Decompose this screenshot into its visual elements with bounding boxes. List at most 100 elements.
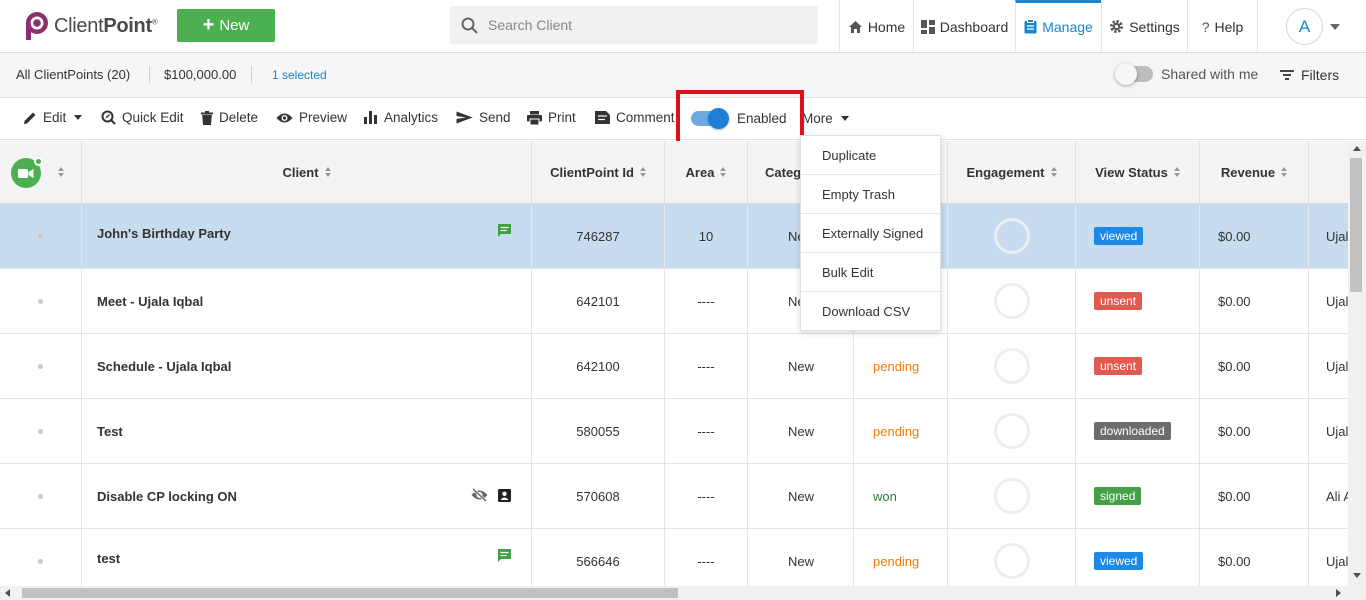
view-status-cell: unsent [1075,269,1199,333]
column-client[interactable]: Client [81,141,531,203]
client-name[interactable]: Test [97,424,123,439]
column-view-status[interactable]: View Status [1075,141,1199,203]
menu-item-empty-trash[interactable]: Empty Trash [801,175,940,214]
engagement-cell [947,204,1075,268]
table-row[interactable]: test 566646 ---- New pending viewed $0.0… [0,526,1348,586]
send-button[interactable]: Send [456,110,511,125]
column-revenue-label: Revenue [1220,164,1276,180]
table-row[interactable]: Test 580055 ---- New pending downloaded … [0,399,1348,464]
sort-icon[interactable] [57,167,64,177]
area-cell: ---- [664,464,747,528]
user-avatar[interactable]: A [1286,8,1323,45]
menu-item-duplicate[interactable]: Duplicate [801,136,940,175]
client-name[interactable]: test [97,551,120,566]
new-button[interactable]: + New [177,9,275,42]
quick-edit-button[interactable]: Quick Edit [101,110,184,125]
clientpoint-id-cell: 580055 [531,399,664,463]
table-row[interactable]: Disable CP locking ON 570608 ---- New wo… [0,464,1348,529]
scroll-right-arrow-icon[interactable] [1336,589,1341,597]
column-area[interactable]: Area [664,141,747,203]
client-name[interactable]: John's Birthday Party [97,226,231,241]
row-marker-cell[interactable] [0,334,81,398]
view-status-badge: unsent [1094,292,1143,310]
search-box[interactable] [450,6,818,44]
nav-dashboard-label: Dashboard [939,18,1009,35]
column-owner[interactable] [1308,141,1348,203]
chevron-down-icon[interactable] [1330,24,1340,30]
edit-button[interactable]: Edit [23,110,83,125]
table-row[interactable]: Schedule - Ujala Iqbal 642100 ---- New p… [0,334,1348,399]
video-column-header[interactable] [0,141,81,203]
column-clientpoint-id[interactable]: ClientPoint Id [531,141,664,203]
menu-item-download-csv[interactable]: Download CSV [801,292,940,331]
delete-button[interactable]: Delete [201,110,258,125]
nav-home[interactable]: Home [839,0,913,53]
engagement-ring [993,478,1030,514]
menu-item-externally-signed[interactable]: Externally Signed [801,214,940,253]
sort-icon [1173,167,1180,177]
table-row[interactable]: Meet - Ujala Iqbal 642101 ---- Ne unsent… [0,269,1348,334]
nav-manage[interactable]: Manage [1015,0,1101,53]
revenue-cell: $0.00 [1199,464,1308,528]
engagement-cell [947,464,1075,528]
category-cell: New [747,464,853,528]
row-marker-cell[interactable] [0,529,81,586]
clientpoint-id-cell: 642100 [531,334,664,398]
more-button[interactable]: More [802,111,849,126]
horizontal-scrollbar[interactable] [0,586,1366,600]
clientpoint-logo[interactable]: ClientPoint® [24,11,158,41]
client-cell[interactable]: test [81,526,531,586]
shared-with-me-toggle[interactable] [1115,63,1153,85]
analytics-button[interactable]: Analytics [364,110,438,125]
scroll-left-arrow-icon[interactable] [5,589,10,597]
total-value: $100,000.00 [164,67,237,82]
client-cell[interactable]: Schedule - Ujala Iqbal [81,334,531,398]
chat-icon[interactable] [497,548,512,563]
horizontal-scroll-thumb[interactable] [22,588,678,598]
scroll-down-arrow-icon[interactable] [1353,573,1361,578]
column-client-label: Client [282,164,319,180]
client-cell[interactable]: Test [81,399,531,463]
client-cell[interactable]: John's Birthday Party [81,204,531,265]
printer-icon [527,110,542,125]
nav-settings[interactable]: Settings [1101,0,1187,53]
new-button-label: New [219,17,250,34]
owner-cell: Ujal [1308,204,1348,268]
client-cell[interactable]: Disable CP locking ON [81,464,531,528]
eye-off-icon[interactable] [471,488,488,502]
row-marker-cell[interactable] [0,269,81,333]
preview-button[interactable]: Preview [276,110,347,125]
contact-card-icon[interactable] [498,489,511,502]
selected-count[interactable]: 1 selected [272,68,327,82]
nav-dashboard[interactable]: Dashboard [913,0,1015,53]
engagement-cell [947,529,1075,586]
vertical-scrollbar[interactable] [1348,141,1366,586]
search-input[interactable] [488,17,788,33]
column-area-label: Area [685,164,715,180]
client-name[interactable]: Disable CP locking ON [97,489,237,504]
filters-label: Filters [1301,67,1340,83]
menu-item-bulk-edit[interactable]: Bulk Edit [801,253,940,292]
vertical-scroll-thumb[interactable] [1350,158,1362,292]
view-status-cell: viewed [1075,204,1199,268]
row-marker-cell[interactable] [0,464,81,528]
owner-cell: Ujal [1308,334,1348,398]
nav-help[interactable]: ? Help [1187,0,1258,53]
pencil-icon [24,112,36,124]
client-name[interactable]: Meet - Ujala Iqbal [97,294,203,309]
table-row[interactable]: John's Birthday Party 746287 10 Ne viewe… [0,204,1348,269]
row-marker-cell[interactable] [0,399,81,463]
chat-icon[interactable] [497,223,512,238]
print-button[interactable]: Print [527,110,576,125]
client-cell[interactable]: Meet - Ujala Iqbal [81,269,531,333]
status-cell: pending [853,529,947,586]
row-marker-cell[interactable] [0,204,81,268]
all-clientpoints-count[interactable]: All ClientPoints (20) [16,67,130,82]
filters-button[interactable]: Filters [1280,67,1339,83]
engagement-cell [947,399,1075,463]
client-name[interactable]: Schedule - Ujala Iqbal [97,359,231,374]
scroll-up-arrow-icon[interactable] [1353,146,1361,151]
comment-button[interactable]: Comment [595,110,675,125]
column-engagement[interactable]: Engagement [947,141,1075,203]
column-revenue[interactable]: Revenue [1199,141,1308,203]
